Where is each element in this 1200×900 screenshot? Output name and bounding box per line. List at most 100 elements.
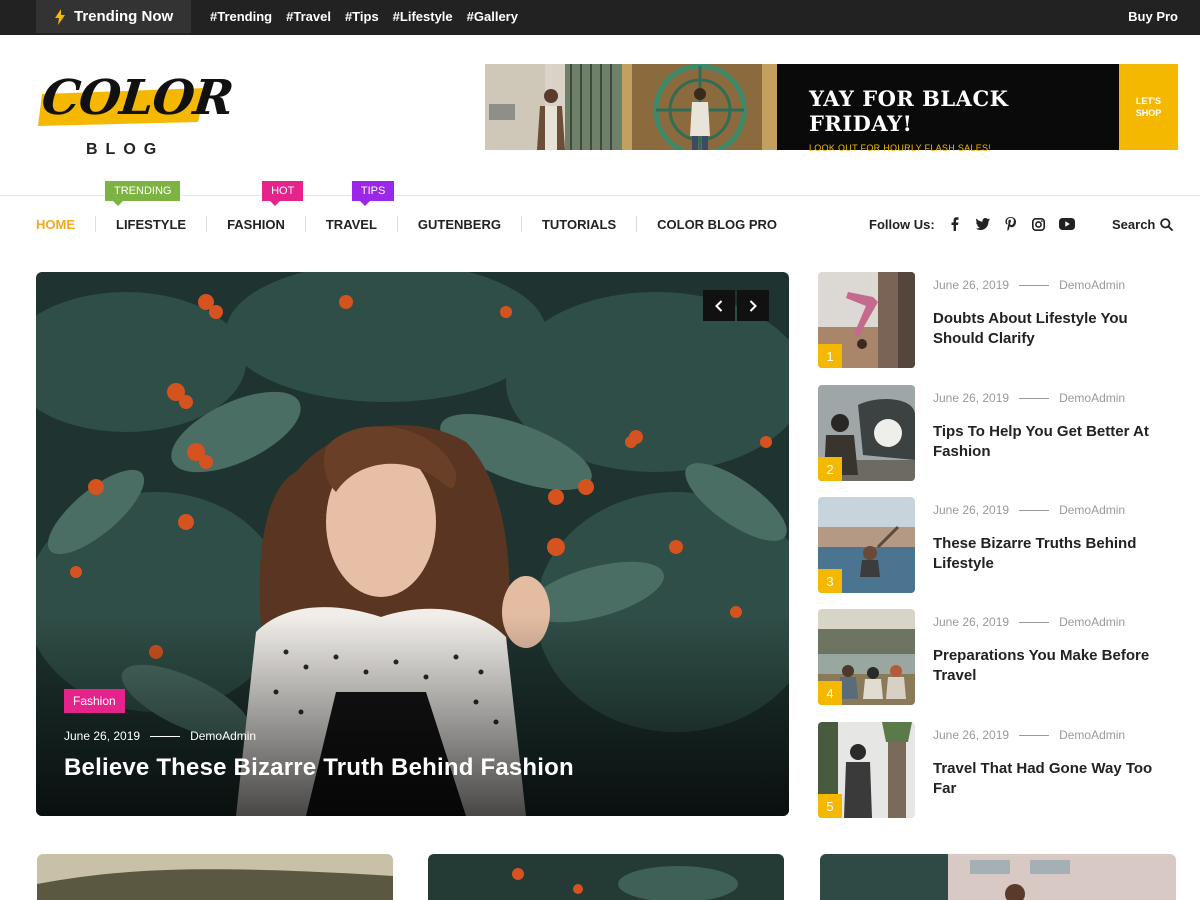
- side-post: 4 June 26, 2019 DemoAdmin Preparations Y…: [818, 609, 1178, 705]
- search-button[interactable]: Search: [1112, 206, 1174, 242]
- search-label: Search: [1112, 216, 1156, 232]
- side-post-title[interactable]: Doubts About Lifestyle You Should Clarif…: [933, 309, 1173, 349]
- side-post-thumb[interactable]: 2: [818, 385, 915, 481]
- tag-gallery[interactable]: #Gallery: [467, 9, 518, 24]
- meta-divider-line: [1019, 284, 1050, 286]
- side-post-thumb[interactable]: 1: [818, 272, 915, 368]
- meta-divider-line: [1019, 397, 1050, 399]
- side-post-meta: June 26, 2019 DemoAdmin: [933, 278, 1125, 292]
- nav-gutenberg-label: GUTENBERG: [417, 216, 501, 232]
- badge-tips: TIPS: [351, 181, 395, 206]
- banner-photo-man: [485, 64, 622, 150]
- side-post-title[interactable]: These Bizarre Truths Behind Lifestyle: [933, 534, 1173, 574]
- follow-us-label: Follow Us:: [869, 216, 935, 232]
- nav-lifestyle-label: LIFESTYLE: [116, 216, 187, 232]
- search-icon: [1160, 217, 1174, 231]
- meta-divider-line: [150, 735, 181, 737]
- black-friday-banner[interactable]: YAY FOR BLACK FRIDAY! LOOK OUT FOR HOURL…: [485, 64, 1178, 153]
- nav-color-blog-pro-label: COLOR BLOG PRO: [657, 216, 778, 232]
- side-post: 2 June 26, 2019 DemoAdmin Tips To Help Y…: [818, 385, 1178, 481]
- tag-tips[interactable]: #Tips: [345, 9, 379, 24]
- lets-shop-button[interactable]: LET'S SHOP: [1119, 64, 1178, 150]
- side-post-thumb[interactable]: 3: [818, 497, 915, 593]
- side-post-thumb[interactable]: 4: [818, 609, 915, 705]
- nav-travel[interactable]: TIPS TRAVEL: [306, 181, 397, 242]
- side-post-title[interactable]: Travel That Had Gone Way Too Far: [933, 759, 1173, 799]
- post-card-image[interactable]: [37, 854, 393, 900]
- hero-title[interactable]: Believe These Bizarre Truth Behind Fashi…: [64, 754, 574, 782]
- facebook-icon[interactable]: [947, 216, 963, 232]
- prev-arrow-button[interactable]: [703, 290, 735, 321]
- hashtag-links: #Trending #Travel #Tips #Lifestyle #Gall…: [210, 0, 518, 33]
- post-card-image[interactable]: [820, 854, 1176, 900]
- badge-hot: HOT: [262, 181, 304, 206]
- logo-word: COLOR: [39, 70, 236, 126]
- logo-sub: BLOG: [86, 141, 165, 158]
- youtube-icon[interactable]: [1058, 216, 1075, 232]
- trending-now-box: Trending Now: [36, 0, 191, 33]
- lightning-icon: [55, 8, 65, 25]
- side-post-author[interactable]: DemoAdmin: [1059, 728, 1125, 742]
- rank-number: 2: [818, 457, 842, 481]
- buy-pro-link[interactable]: Buy Pro: [1128, 0, 1178, 33]
- main-nav: HOME TRENDING LIFESTYLE HOT FASHION TIPS…: [36, 181, 797, 242]
- meta-divider-line: [1019, 509, 1050, 511]
- nav-travel-label: TRAVEL: [325, 216, 377, 232]
- hero-date: June 26, 2019: [64, 729, 141, 743]
- rank-number: 5: [818, 794, 842, 818]
- chevron-right-icon: [749, 299, 757, 312]
- slider-arrows: [703, 290, 769, 321]
- nav-color-blog-pro[interactable]: COLOR BLOG PRO: [637, 206, 797, 242]
- tag-lifestyle[interactable]: #Lifestyle: [393, 9, 453, 24]
- nav-fashion[interactable]: HOT FASHION: [207, 181, 305, 242]
- nav-lifestyle[interactable]: TRENDING LIFESTYLE: [96, 181, 206, 242]
- instagram-icon[interactable]: [1031, 216, 1047, 232]
- side-post-author[interactable]: DemoAdmin: [1059, 503, 1125, 517]
- follow-us: Follow Us:: [869, 206, 1075, 242]
- side-post-thumb[interactable]: 5: [818, 722, 915, 818]
- shop-line-1: LET'S: [1135, 96, 1162, 106]
- hero-gradient: [36, 616, 789, 816]
- side-post-meta: June 26, 2019 DemoAdmin: [933, 615, 1125, 629]
- side-post-date: June 26, 2019: [933, 728, 1010, 742]
- side-post-date: June 26, 2019: [933, 391, 1010, 405]
- side-post-author[interactable]: DemoAdmin: [1059, 278, 1125, 292]
- nav-home[interactable]: HOME: [36, 206, 95, 242]
- side-post-date: June 26, 2019: [933, 278, 1010, 292]
- side-post-date: June 26, 2019: [933, 615, 1010, 629]
- hero-slider[interactable]: Fashion June 26, 2019 DemoAdmin Believe …: [36, 272, 789, 816]
- post-card-image[interactable]: [428, 854, 784, 900]
- side-post: 3 June 26, 2019 DemoAdmin These Bizarre …: [818, 497, 1178, 593]
- site-logo[interactable]: COLOR BLOG: [36, 68, 235, 163]
- tag-travel[interactable]: #Travel: [286, 9, 331, 24]
- trending-now-label: Trending Now: [74, 8, 174, 25]
- tag-trending[interactable]: #Trending: [210, 9, 272, 24]
- chevron-left-icon: [715, 299, 723, 312]
- banner-photo-woman: [622, 64, 777, 150]
- side-post-meta: June 26, 2019 DemoAdmin: [933, 728, 1125, 742]
- hero-author[interactable]: DemoAdmin: [190, 729, 256, 743]
- side-post-author[interactable]: DemoAdmin: [1059, 615, 1125, 629]
- side-post-meta: June 26, 2019 DemoAdmin: [933, 391, 1125, 405]
- nav-tutorials-label: TUTORIALS: [541, 216, 617, 232]
- banner-subline: LOOK OUT FOR HOURLY FLASH SALES!: [809, 143, 992, 153]
- side-post-date: June 26, 2019: [933, 503, 1010, 517]
- hero-meta: June 26, 2019 DemoAdmin: [64, 729, 256, 743]
- side-post: 5 June 26, 2019 DemoAdmin Travel That Ha…: [818, 722, 1178, 818]
- pinterest-icon[interactable]: [1003, 216, 1019, 232]
- side-post-author[interactable]: DemoAdmin: [1059, 391, 1125, 405]
- nav-gutenberg[interactable]: GUTENBERG: [398, 206, 521, 242]
- hero-category-badge[interactable]: Fashion: [64, 689, 125, 713]
- side-post-title[interactable]: Preparations You Make Before Travel: [933, 646, 1173, 686]
- nav-tutorials[interactable]: TUTORIALS: [522, 206, 636, 242]
- side-post: 1 June 26, 2019 DemoAdmin Doubts About L…: [818, 272, 1178, 368]
- twitter-icon[interactable]: [975, 216, 991, 232]
- next-arrow-button[interactable]: [737, 290, 769, 321]
- meta-divider-line: [1019, 621, 1050, 623]
- rank-number: 1: [818, 344, 842, 368]
- banner-headline: YAY FOR BLACK FRIDAY!: [809, 86, 1009, 136]
- badge-trending: TRENDING: [105, 181, 181, 206]
- side-post-title[interactable]: Tips To Help You Get Better At Fashion: [933, 422, 1173, 462]
- shop-line-2: SHOP: [1135, 108, 1162, 118]
- top-bar: Trending Now #Trending #Travel #Tips #Li…: [0, 0, 1200, 35]
